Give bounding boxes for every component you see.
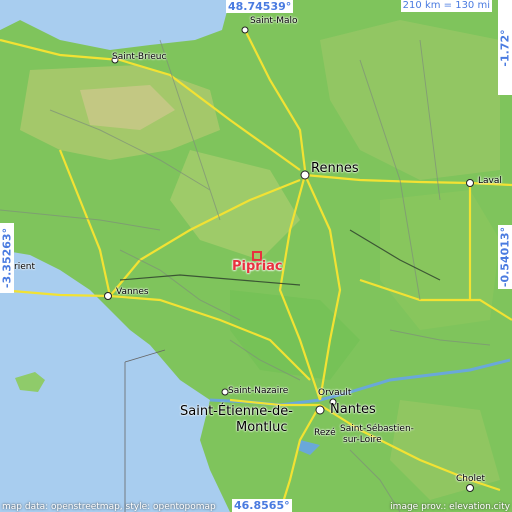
topographic-map[interactable]: 48.74539° 46.8565° -3.35263° -0.54013° -… <box>0 0 512 512</box>
city-label-orvault: Orvault <box>318 388 352 398</box>
city-label-nantes: Nantes <box>330 402 376 417</box>
city-label-saint-brieuc: Saint-Brieuc <box>112 52 167 62</box>
right-longitude-label: -0.54013° <box>498 226 512 288</box>
right-longitude-box: -0.54013° <box>498 225 512 289</box>
city-label-saint-malo: Saint-Malo <box>250 16 298 26</box>
right-top-coord-box: -1.72° <box>498 0 512 95</box>
city-label-lorient: rient <box>14 262 35 272</box>
city-label-cholet: Cholet <box>456 474 486 484</box>
top-latitude-label: 48.74539° <box>226 0 294 13</box>
left-longitude-label: -3.35263° <box>0 227 14 289</box>
city-label-saint-nazaire: Saint-Nazaire <box>228 386 289 396</box>
city-label-saint-sebastien-line2: sur-Loire <box>343 435 382 445</box>
focus-place-label: Pipriac <box>232 259 283 274</box>
city-label-saint-etienne-line2: Montluc <box>236 420 288 435</box>
city-label-laval: Laval <box>478 176 502 186</box>
map-terrain <box>0 0 512 512</box>
city-label-vannes: Vannes <box>116 287 149 297</box>
city-label-saint-sebastien-line1: Saint-Sébastien- <box>340 424 414 434</box>
image-provider-attribution: image prov.: elevation.city <box>390 502 510 512</box>
left-longitude-box: -3.35263° <box>0 223 14 293</box>
city-label-rennes: Rennes <box>311 161 359 176</box>
city-label-reze: Rezé <box>314 428 336 438</box>
map-attribution: map data: openstreetmap, style: opentopo… <box>2 502 216 512</box>
right-top-coord-label: -1.72° <box>498 28 512 67</box>
scale-label: 210 km = 130 mi <box>400 0 492 12</box>
city-label-saint-etienne-line1: Saint-Étienne-de- <box>180 404 293 419</box>
bottom-latitude-label: 46.8565° <box>232 499 292 512</box>
